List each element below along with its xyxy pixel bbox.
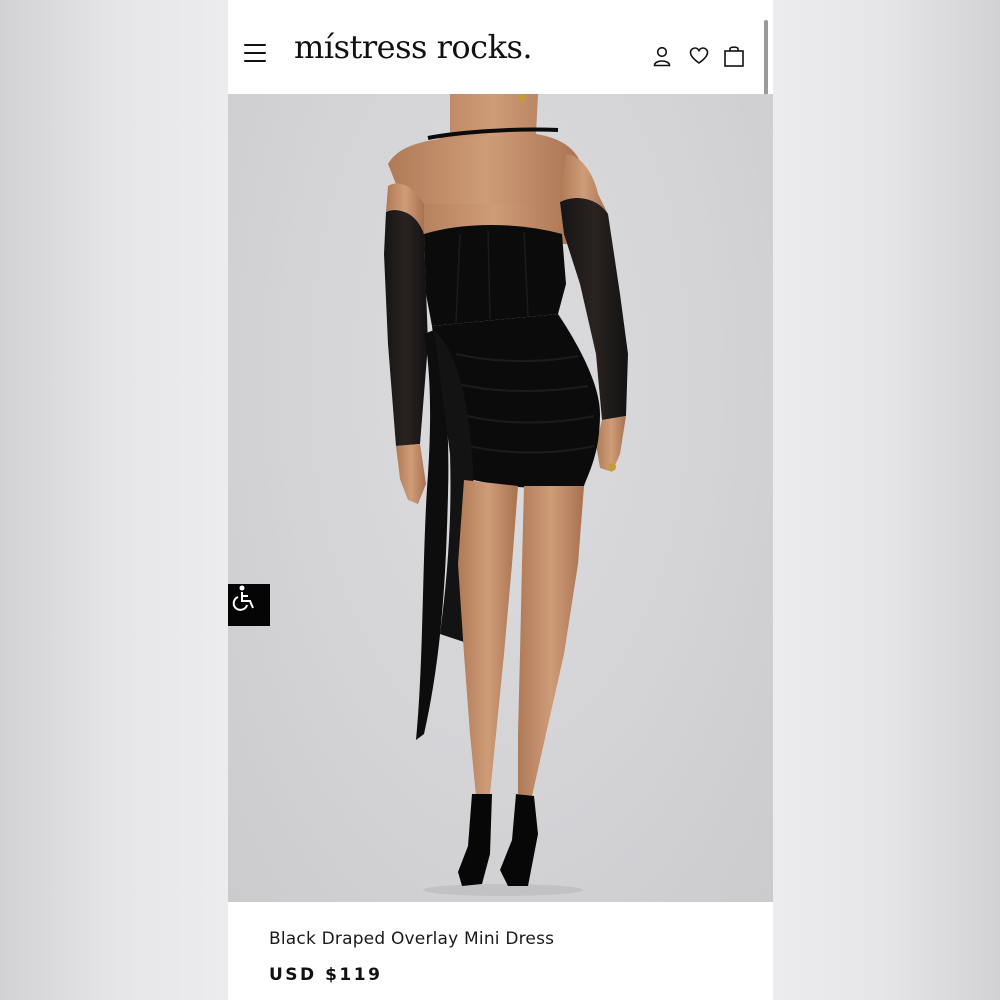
wheelchair-accessibility-icon[interactable] [228,584,270,626]
heart-icon[interactable] [688,44,710,68]
product-info: Black Draped Overlay Mini Dress USD $119 [228,902,773,1000]
site-header: místress rocks. [228,0,773,288]
model-illustration [384,94,628,896]
product-image[interactable] [228,94,773,902]
user-icon[interactable] [651,44,673,68]
price-currency: USD [269,965,317,985]
price-amount: $119 [325,965,383,985]
mobile-page: místress rocks. Black Draped Overlay Min… [228,0,773,1000]
shopping-bag-icon[interactable] [723,44,745,68]
product-price: USD $119 [269,965,382,985]
site-logo[interactable]: místress rocks. [294,28,533,66]
product-title[interactable]: Black Draped Overlay Mini Dress [269,929,554,949]
hamburger-menu-icon[interactable] [244,44,266,64]
